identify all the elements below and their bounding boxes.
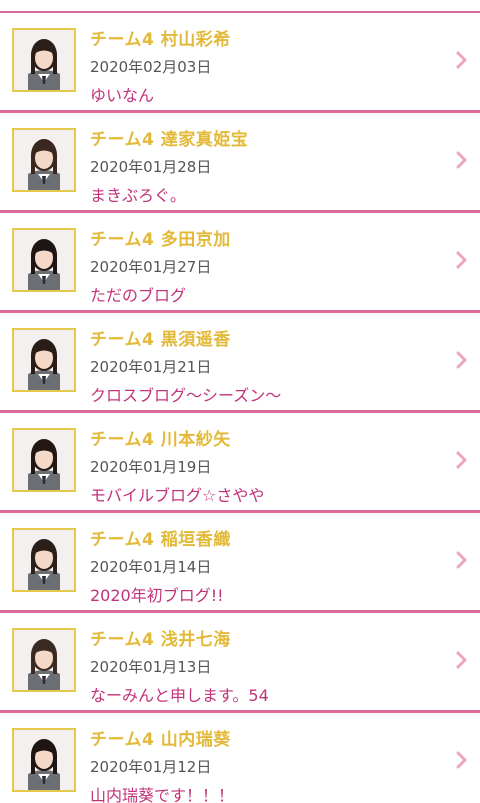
chevron-right-icon[interactable] [456, 551, 468, 569]
chevron-right-icon[interactable] [456, 351, 468, 369]
member-portrait [14, 430, 74, 490]
blog-post-row[interactable]: チーム4 達家真姫宝 2020年01月28日 まきぶろぐ。 [0, 113, 480, 213]
member-portrait [14, 30, 74, 90]
post-date: 2020年01月19日 [90, 458, 212, 476]
member-photo [12, 628, 76, 692]
post-date: 2020年01月27日 [90, 258, 212, 276]
member-name: チーム4 浅井七海 [90, 630, 231, 650]
member-photo [12, 528, 76, 592]
member-photo [12, 128, 76, 192]
post-title[interactable]: ただのブログ [90, 282, 186, 306]
chevron-right-icon[interactable] [456, 51, 468, 69]
member-name: チーム4 村山彩希 [90, 30, 231, 50]
post-date: 2020年01月21日 [90, 358, 212, 376]
member-portrait [14, 330, 74, 390]
blog-post-row[interactable]: チーム4 川本紗矢 2020年01月19日 モバイルブログ☆さやや [0, 413, 480, 513]
post-date: 2020年01月13日 [90, 658, 212, 676]
member-photo [12, 28, 76, 92]
blog-post-row[interactable]: チーム4 村山彩希 2020年02月03日 ゆいなん [0, 13, 480, 113]
member-portrait [14, 730, 74, 790]
chevron-right-icon[interactable] [456, 451, 468, 469]
member-name: チーム4 達家真姫宝 [90, 130, 249, 150]
post-date: 2020年01月14日 [90, 558, 212, 576]
member-name: チーム4 稲垣香織 [90, 530, 231, 550]
chevron-right-icon[interactable] [456, 751, 468, 769]
top-strip [0, 0, 480, 11]
member-photo [12, 228, 76, 292]
blog-post-row[interactable]: チーム4 稲垣香織 2020年01月14日 2020年初ブログ!! [0, 513, 480, 613]
post-title[interactable]: ゆいなん [90, 82, 154, 106]
post-title[interactable]: 山内瑞葵です！！！ [90, 782, 234, 803]
chevron-right-icon[interactable] [456, 251, 468, 269]
member-photo [12, 728, 76, 792]
post-date: 2020年01月28日 [90, 158, 212, 176]
post-date: 2020年02月03日 [90, 58, 212, 76]
blog-post-row[interactable]: チーム4 多田京加 2020年01月27日 ただのブログ [0, 213, 480, 313]
post-title[interactable]: モバイルブログ☆さやや [90, 482, 264, 506]
chevron-right-icon[interactable] [456, 151, 468, 169]
post-title[interactable]: クロスブログ〜シーズン〜 [90, 382, 281, 406]
member-portrait [14, 630, 74, 690]
member-name: チーム4 山内瑞葵 [90, 730, 231, 750]
post-date: 2020年01月12日 [90, 758, 212, 776]
member-portrait [14, 530, 74, 590]
chevron-right-icon[interactable] [456, 651, 468, 669]
blog-post-row[interactable]: チーム4 黒須遥香 2020年01月21日 クロスブログ〜シーズン〜 [0, 313, 480, 413]
member-portrait [14, 230, 74, 290]
member-name: チーム4 黒須遥香 [90, 330, 231, 350]
member-photo [12, 328, 76, 392]
blog-post-row[interactable]: チーム4 浅井七海 2020年01月13日 なーみんと申します。54 [0, 613, 480, 713]
blog-post-list: チーム4 村山彩希 2020年02月03日 ゆいなん チーム4 達家真姫宝 20… [0, 11, 480, 803]
member-portrait [14, 130, 74, 190]
member-photo [12, 428, 76, 492]
member-name: チーム4 川本紗矢 [90, 430, 231, 450]
blog-post-row[interactable]: チーム4 山内瑞葵 2020年01月12日 山内瑞葵です！！！ [0, 713, 480, 803]
post-title[interactable]: 2020年初ブログ!! [90, 582, 224, 606]
member-name: チーム4 多田京加 [90, 230, 231, 250]
post-title[interactable]: まきぶろぐ。 [90, 182, 186, 206]
post-title[interactable]: なーみんと申します。54 [90, 682, 269, 706]
